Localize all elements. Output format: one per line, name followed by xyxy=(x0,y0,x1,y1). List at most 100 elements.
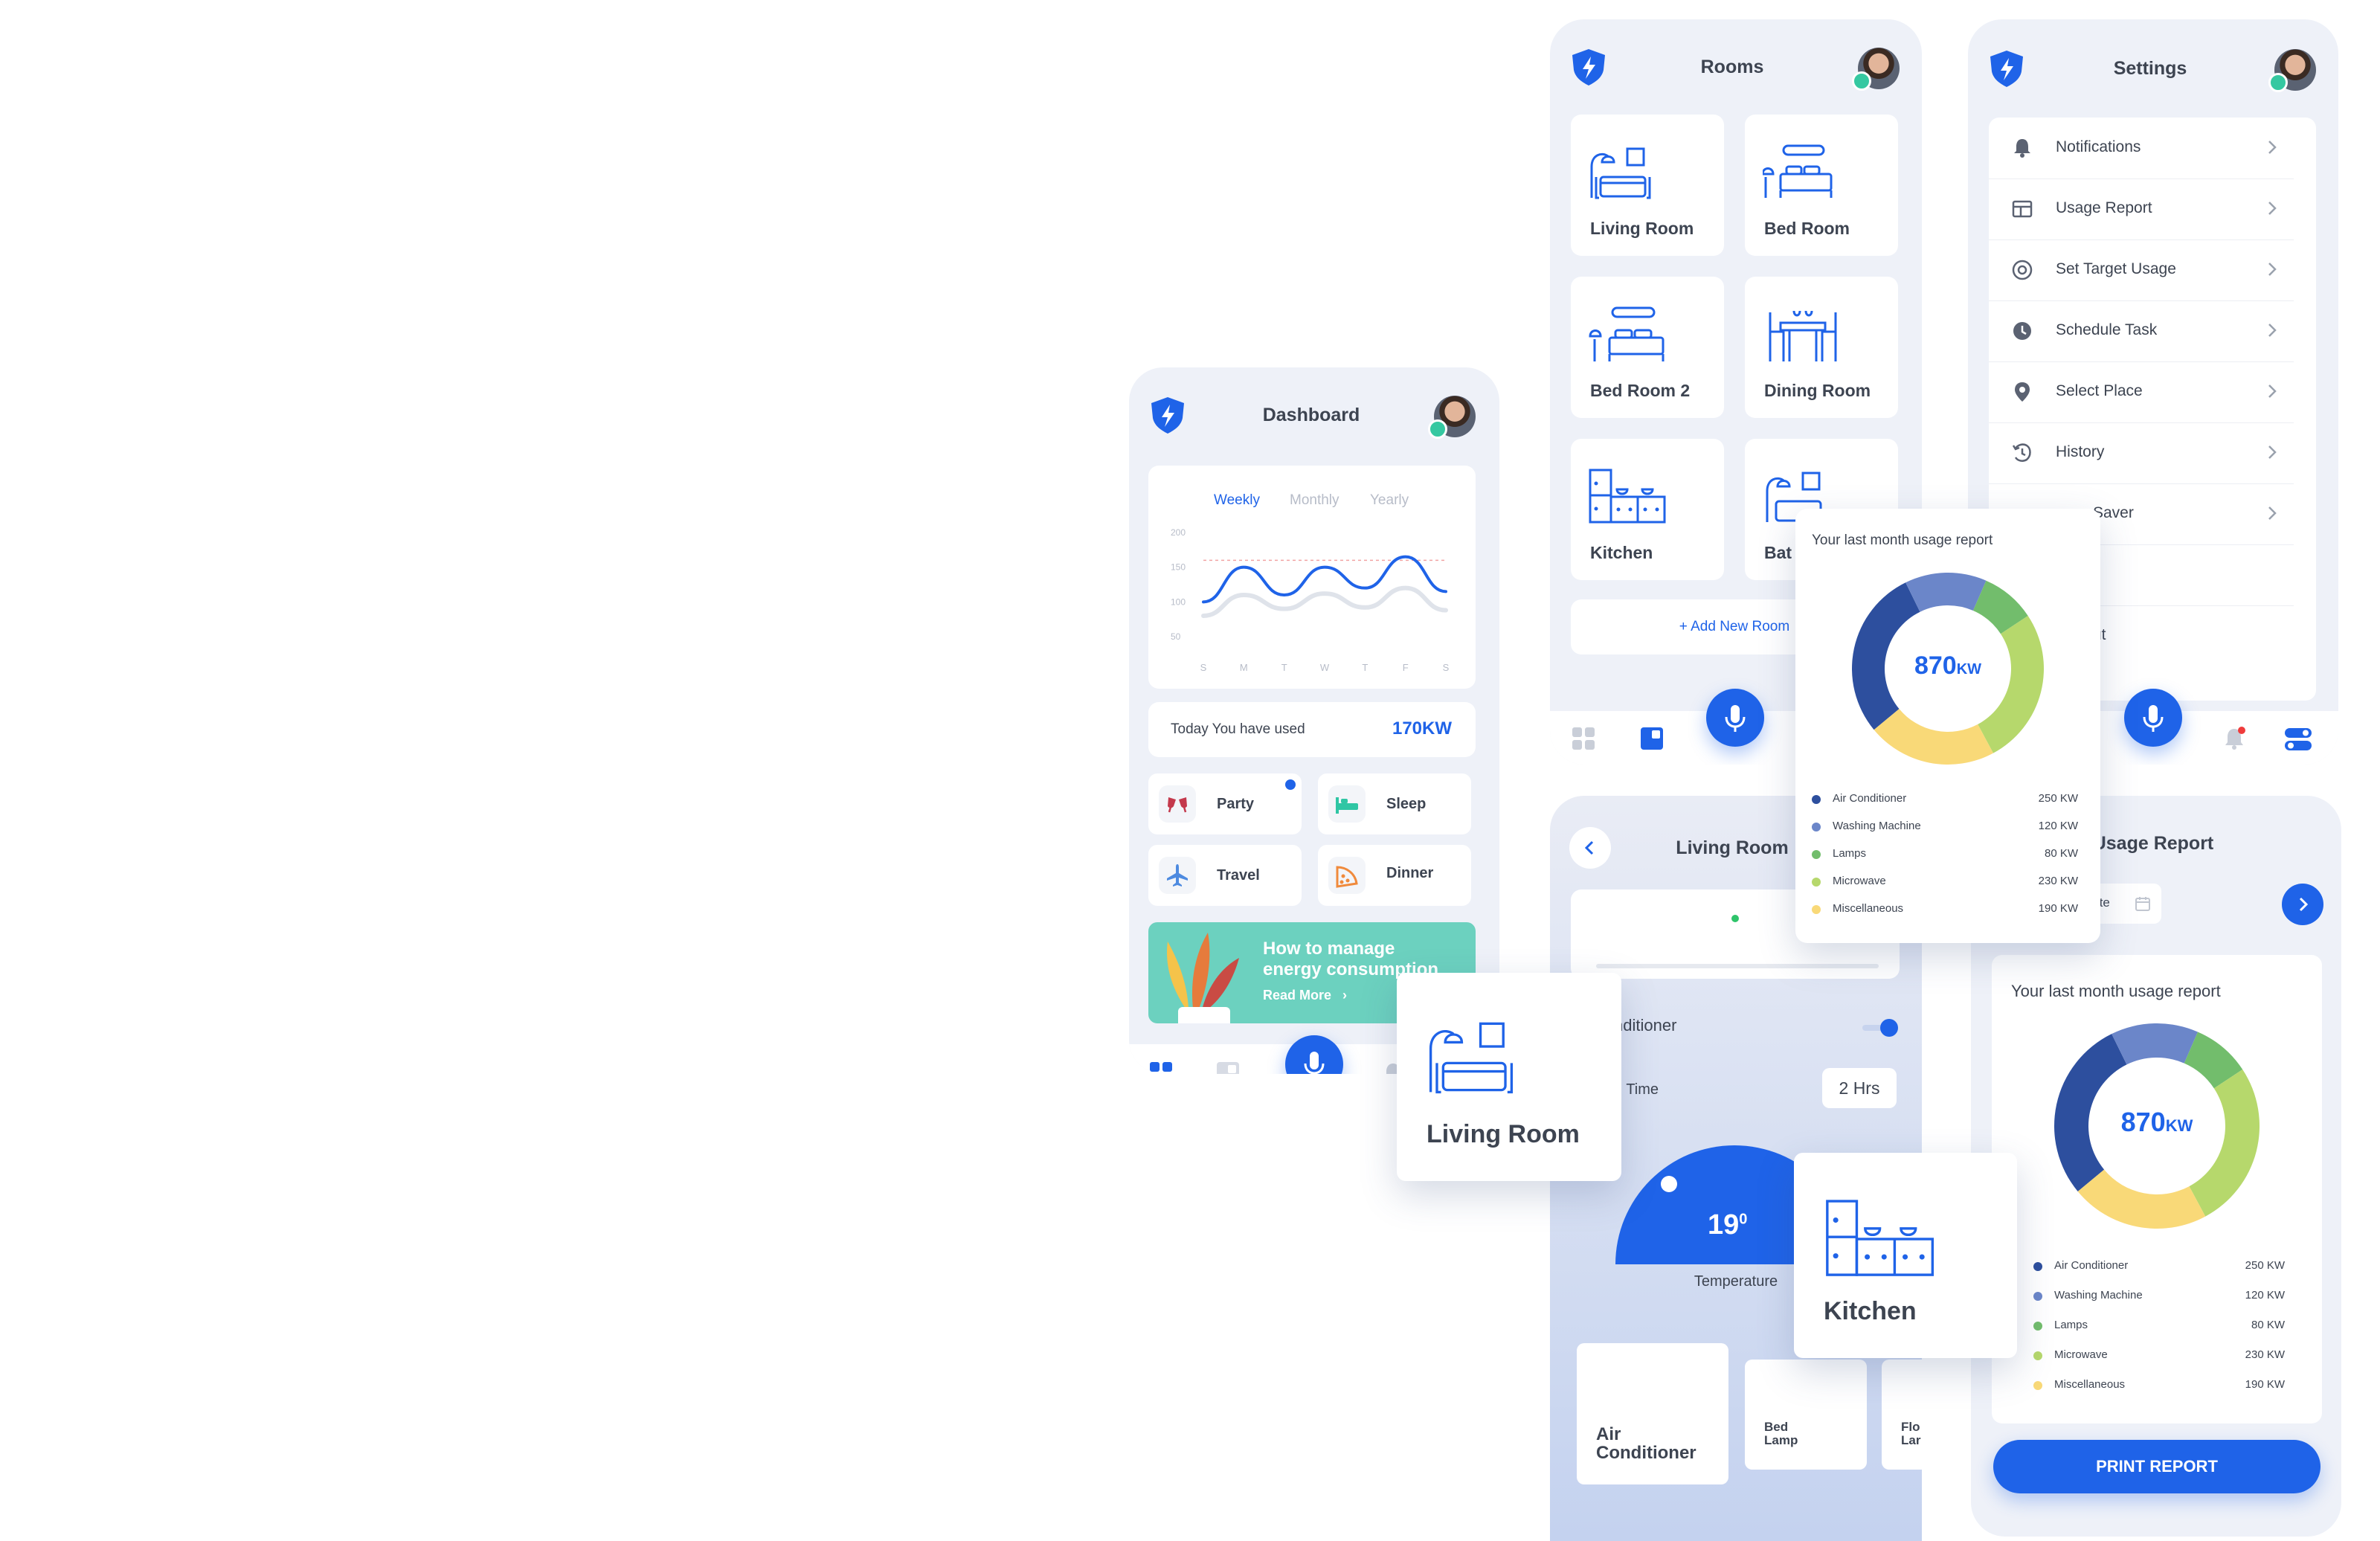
sofa-lamp-icon xyxy=(1429,1022,1514,1094)
print-report-button[interactable]: PRINT REPORT xyxy=(1993,1440,2320,1493)
legend-swatch-ac xyxy=(1812,795,1821,804)
legend-name: Miscellaneous xyxy=(2054,1378,2126,1391)
tab-yearly[interactable]: Yearly xyxy=(1370,492,1409,509)
timer-value-chip[interactable]: 2 Hrs xyxy=(1822,1068,1897,1108)
dining-table-icon xyxy=(1769,310,1837,361)
party-glasses-icon xyxy=(1159,785,1196,823)
legend-swatch-ac xyxy=(2033,1262,2042,1271)
settings-item-schedule-task[interactable]: Schedule Task xyxy=(1989,300,2294,362)
room-card-living[interactable]: Living Room xyxy=(1571,115,1724,256)
tab-monthly[interactable]: Monthly xyxy=(1290,492,1339,509)
mode-party[interactable]: Party xyxy=(1148,773,1302,834)
room-card-bed-2[interactable]: Bed Room 2 xyxy=(1571,277,1724,418)
status-dot xyxy=(1731,915,1739,922)
microphone-icon xyxy=(1725,705,1746,732)
today-usage-label: Today You have used xyxy=(1171,721,1305,737)
legend-row: Miscellaneous 190 KW xyxy=(1812,898,2078,921)
legend-name: Air Conditioner xyxy=(1833,792,1907,805)
legend-swatch-wm xyxy=(2033,1292,2042,1301)
bed-lamp-icon xyxy=(1589,306,1665,361)
read-more-label: Read More xyxy=(1263,988,1332,1003)
legend-name: Microwave xyxy=(2054,1348,2108,1361)
usage-popup-card: Your last month usage report 870KW Air C… xyxy=(1795,509,2100,943)
mode-dinner[interactable]: Dinner xyxy=(1318,845,1471,906)
floating-room-label: Living Room xyxy=(1427,1120,1580,1148)
room-label: Bed Room 2 xyxy=(1590,381,1691,400)
page-title: Settings xyxy=(2113,58,2187,79)
timer-value: 2 Hrs xyxy=(1839,1078,1880,1098)
room-card-dining[interactable]: Dining Room xyxy=(1745,277,1898,418)
chevron-right-icon xyxy=(2268,202,2277,215)
voice-mic-button[interactable] xyxy=(1706,689,1764,747)
legend-value: 80 KW xyxy=(2251,1319,2285,1331)
legend-swatch-wm xyxy=(1812,823,1821,831)
settings-item-target-usage[interactable]: Set Target Usage xyxy=(1989,239,2294,301)
device-card-ac[interactable]: Air Conditioner xyxy=(1577,1343,1728,1484)
legend-swatch-mw xyxy=(1812,878,1821,887)
mode-travel[interactable]: Travel xyxy=(1148,845,1302,906)
settings-item-history[interactable]: History xyxy=(1989,422,2294,484)
date-submit-button[interactable] xyxy=(2282,884,2323,925)
legend-swatch-misc xyxy=(2033,1381,2042,1390)
tab-weekly[interactable]: Weekly xyxy=(1214,492,1260,509)
legend-swatch-lamps xyxy=(2033,1322,2042,1331)
table-icon xyxy=(2012,200,2033,218)
donut-slice xyxy=(1978,616,2044,753)
voice-mic-button[interactable] xyxy=(2124,689,2182,747)
chevron-right-icon xyxy=(2268,324,2277,337)
device-card-floor-lamp[interactable]: Flo Lar xyxy=(1882,1360,1922,1470)
rooms-nav-icon[interactable] xyxy=(1639,726,1665,751)
read-more-link[interactable]: Read More › xyxy=(1263,988,1347,1003)
settings-item-label: Schedule Task xyxy=(2056,321,2158,338)
dashboard-nav-icon[interactable] xyxy=(1571,726,1596,751)
x-tick-label: S xyxy=(1200,662,1207,673)
legend-value: 250 KW xyxy=(2038,792,2078,805)
voice-mic-button[interactable] xyxy=(1285,1035,1343,1074)
x-tick-label: F xyxy=(1403,662,1409,673)
legend-name: Lamps xyxy=(2054,1319,2088,1331)
mode-label: Dinner xyxy=(1386,865,1434,881)
today-usage-card: Today You have used 170KW xyxy=(1148,702,1476,757)
floating-room-label: Kitchen xyxy=(1824,1297,1917,1325)
rooms-nav-icon[interactable] xyxy=(1215,1061,1241,1074)
legend-value: 120 KW xyxy=(2038,820,2078,832)
bell-nav-icon[interactable] xyxy=(2221,726,2248,753)
settings-item-usage-report[interactable]: Usage Report xyxy=(1989,178,2294,240)
legend-row: Microwave 230 KW xyxy=(2033,1345,2285,1367)
device-card-bed-lamp[interactable]: Bed Lamp xyxy=(1745,1360,1867,1470)
settings-item-notifications[interactable]: Notifications xyxy=(1989,118,2294,179)
active-dot xyxy=(1285,779,1296,790)
settings-toggle-nav-icon[interactable] xyxy=(2283,726,2313,753)
legend-swatch-mw xyxy=(2033,1351,2042,1360)
x-tick-label: T xyxy=(1362,662,1368,673)
donut-slice xyxy=(1874,709,1993,765)
legend-value: 230 KW xyxy=(2038,875,2078,887)
history-icon xyxy=(2012,443,2031,462)
chevron-right-icon xyxy=(2299,897,2309,912)
room-card-kitchen[interactable]: Kitchen xyxy=(1571,439,1724,580)
device-toggle[interactable] xyxy=(1862,1019,1900,1037)
y-tick-label: 200 xyxy=(1171,527,1186,538)
settings-item-label: Usage Report xyxy=(2056,199,2152,216)
bell-icon xyxy=(2014,139,2030,158)
usage-report-card: Your last month usage report 870KW Air C… xyxy=(1992,955,2322,1423)
back-button[interactable] xyxy=(1569,827,1611,869)
legend-name: Miscellaneous xyxy=(1833,902,1904,915)
dashboard-screen: Dashboard Weekly Monthly Yearly 200 150 10… xyxy=(1129,367,1499,1074)
microphone-icon xyxy=(2143,705,2164,732)
floating-living-room-card[interactable]: Living Room xyxy=(1397,973,1621,1181)
dashboard-nav-icon[interactable] xyxy=(1148,1061,1174,1074)
mode-sleep[interactable]: Sleep xyxy=(1318,773,1471,834)
floating-kitchen-card[interactable]: Kitchen xyxy=(1794,1153,2017,1358)
donut-slice xyxy=(2112,1023,2199,1065)
room-card-bed[interactable]: Bed Room xyxy=(1745,115,1898,256)
mode-label: Party xyxy=(1217,796,1255,812)
settings-item-select-place[interactable]: Select Place xyxy=(1989,361,2294,423)
kitchen-icon xyxy=(1589,469,1666,524)
donut-total-value: 870 xyxy=(1914,652,1957,680)
popup-legend: Air Conditioner 250 KW Washing Machine 120… xyxy=(1795,788,2100,937)
series-line xyxy=(1201,585,1448,618)
legend-row: Washing Machine 120 KW xyxy=(1812,816,2078,838)
device-label: Bed Lamp xyxy=(1764,1420,1798,1448)
target-icon xyxy=(2012,260,2033,280)
